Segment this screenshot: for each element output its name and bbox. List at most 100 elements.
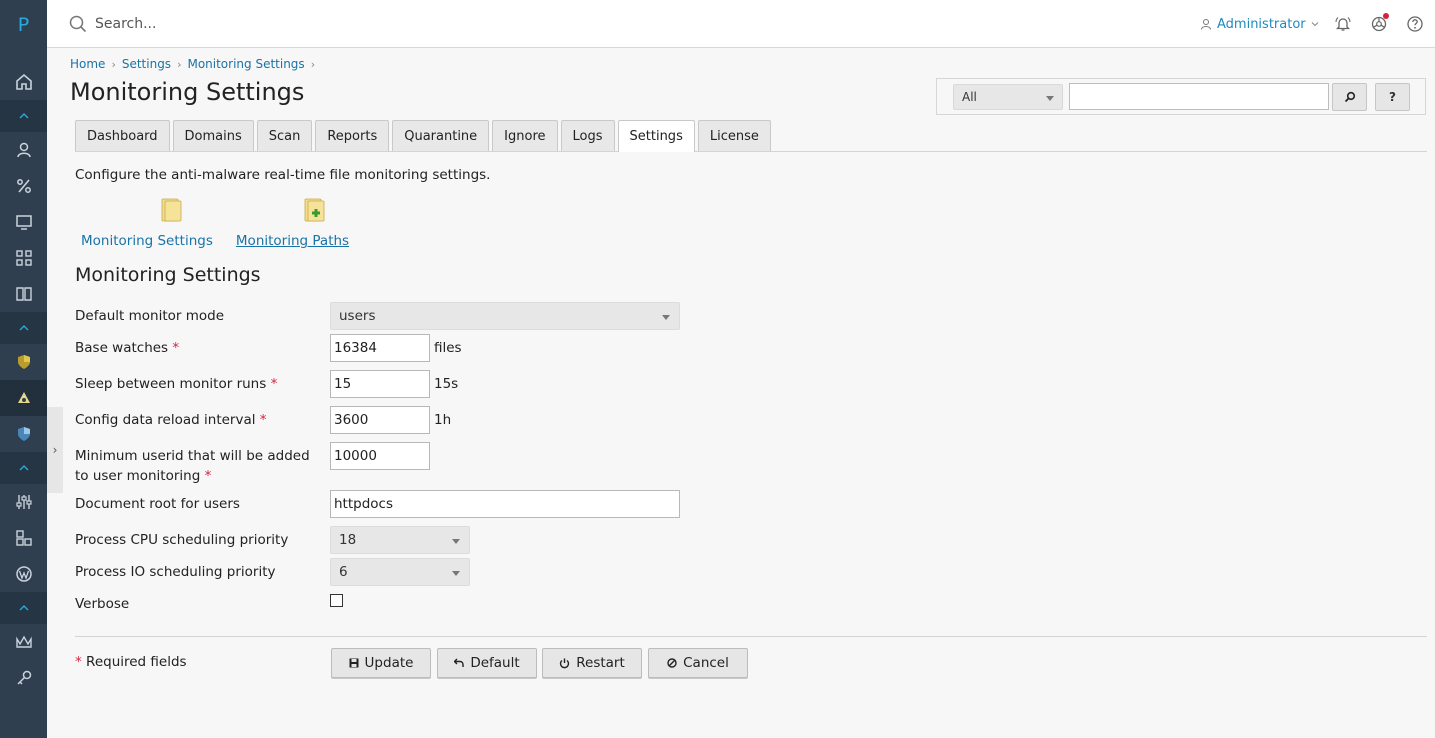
config-reload-input[interactable] [330, 406, 430, 434]
default-button[interactable]: Default [437, 648, 537, 678]
breadcrumb-settings[interactable]: Settings [122, 57, 171, 71]
save-icon [349, 658, 359, 668]
tab-logs[interactable]: Logs [560, 120, 615, 151]
nav-monitoring-settings[interactable]: Monitoring Settings [81, 197, 213, 249]
percent-icon [16, 179, 31, 193]
config-reload-label: Config data reload interval * [75, 410, 327, 430]
extensions-icon [15, 530, 32, 546]
page-description: Configure the anti-malware real-time fil… [75, 167, 491, 183]
chevron-up-icon [19, 605, 28, 611]
search-filter-panel: All ? [936, 78, 1426, 115]
sleep-between-input[interactable] [330, 370, 430, 398]
sidebar-expand-handle[interactable]: › [47, 407, 63, 493]
cancel-button[interactable]: Cancel [648, 648, 748, 678]
user-menu[interactable]: Administrator [1200, 15, 1319, 33]
dropdown-arrow-icon [1046, 96, 1054, 101]
verbose-label: Verbose [75, 594, 327, 614]
plesk-logo[interactable]: P [0, 14, 47, 36]
label-text: Process IO scheduling priority [75, 564, 276, 580]
tab-scan[interactable]: Scan [256, 120, 313, 151]
sidebar-item-crown[interactable] [0, 624, 47, 660]
global-search-input[interactable] [93, 12, 493, 36]
chevron-down-icon [1311, 22, 1318, 27]
label-text: Process CPU scheduling priority [75, 532, 289, 548]
label-text: Base watches [75, 340, 169, 356]
sidebar-item-percent[interactable] [0, 168, 47, 204]
required-mark: * [270, 376, 278, 392]
required-fields-note: * Required fields [75, 654, 187, 670]
breadcrumb-home[interactable]: Home [70, 57, 105, 71]
sidebar-item-apps[interactable] [0, 240, 47, 276]
monitor-icon [15, 215, 32, 230]
filter-search-button[interactable] [1332, 83, 1367, 111]
book-icon [15, 287, 32, 301]
help-button[interactable] [1405, 14, 1425, 34]
user-name: Administrator [1217, 16, 1306, 32]
required-note-text: Required fields [86, 654, 187, 670]
antimalware-icon [17, 392, 30, 403]
shield-icon [17, 355, 30, 369]
nav-monitoring-paths[interactable]: Monitoring Paths [235, 197, 350, 249]
base-watches-unit: files [434, 340, 462, 356]
filter-search-input[interactable] [1069, 83, 1329, 110]
cpu-priority-select[interactable]: 18 [330, 526, 470, 554]
power-icon [560, 658, 570, 668]
sidebar-group-toggle-4[interactable] [0, 592, 47, 624]
user-icon [1201, 19, 1211, 30]
sidebar-item-wordpress[interactable] [0, 556, 47, 592]
verbose-checkbox[interactable] [330, 594, 343, 607]
undo-icon [454, 658, 465, 667]
filter-scope-select[interactable]: All [953, 84, 1063, 110]
breadcrumb-monitoring-settings[interactable]: Monitoring Settings [187, 57, 304, 71]
restart-button[interactable]: Restart [542, 648, 642, 678]
tab-quarantine[interactable]: Quarantine [392, 120, 490, 151]
sidebar-group-toggle-2[interactable] [0, 312, 47, 344]
notification-dot [1383, 13, 1389, 19]
sidebar-item-monitor[interactable] [0, 204, 47, 240]
home-icon [15, 73, 32, 90]
default-monitor-mode-value: users [339, 308, 376, 324]
required-mark: * [204, 468, 212, 484]
chevron-up-icon [19, 113, 28, 119]
tab-settings[interactable]: Settings [617, 120, 695, 152]
page-title: Monitoring Settings [70, 78, 305, 106]
sidebar-item-shield[interactable] [0, 344, 47, 380]
sidebar-item-antimalware[interactable] [0, 380, 47, 416]
sidebar-group-toggle-3[interactable] [0, 452, 47, 484]
filter-help-button[interactable]: ? [1375, 83, 1410, 111]
sidebar-item-shield-blue[interactable] [0, 416, 47, 452]
extensions-alert-button[interactable] [1369, 13, 1389, 34]
default-monitor-mode-select[interactable]: users [330, 302, 680, 330]
sliders-icon [15, 495, 32, 509]
sidebar-item-users[interactable] [0, 132, 47, 168]
sidebar: P [0, 0, 47, 738]
tab-bar-underline [75, 151, 1427, 152]
cancel-button-label: Cancel [683, 655, 729, 671]
doc-root-input[interactable] [330, 490, 680, 518]
io-priority-select[interactable]: 6 [330, 558, 470, 586]
sidebar-group-toggle-1[interactable] [0, 100, 47, 132]
notifications-button[interactable] [1333, 14, 1353, 34]
tab-ignore[interactable]: Ignore [492, 120, 558, 151]
tab-reports[interactable]: Reports [315, 120, 390, 151]
min-userid-input[interactable] [330, 442, 430, 470]
filter-scope-value: All [962, 90, 977, 104]
base-watches-input[interactable] [330, 334, 430, 362]
cpu-priority-label: Process CPU scheduling priority [75, 530, 327, 550]
tab-license[interactable]: License [697, 120, 771, 151]
sidebar-item-tools[interactable] [0, 484, 47, 520]
form-divider [75, 636, 1427, 637]
breadcrumb: Home › Settings › Monitoring Settings › [70, 57, 315, 71]
io-priority-value: 6 [339, 564, 348, 580]
cpu-priority-value: 18 [339, 532, 357, 548]
sidebar-item-book[interactable] [0, 276, 47, 312]
shield-check-icon [17, 427, 30, 441]
sidebar-item-extensions[interactable] [0, 520, 47, 556]
breadcrumb-separator-icon: › [177, 57, 182, 71]
config-reload-unit: 1h [434, 412, 452, 428]
sidebar-item-home[interactable] [0, 64, 47, 100]
tab-dashboard[interactable]: Dashboard [75, 120, 170, 151]
tab-domains[interactable]: Domains [172, 120, 254, 151]
sidebar-item-key[interactable] [0, 660, 47, 696]
update-button[interactable]: Update [331, 648, 431, 678]
